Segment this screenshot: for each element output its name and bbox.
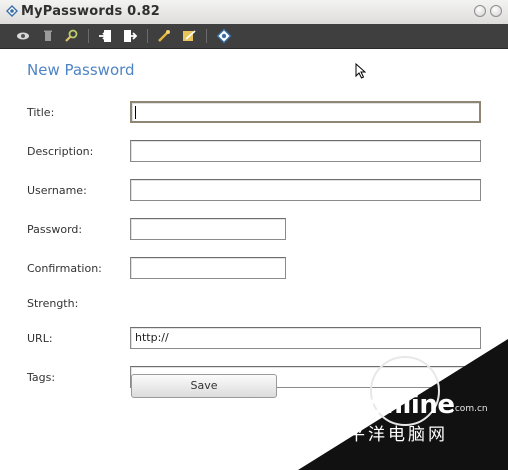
close-button[interactable]: [490, 5, 502, 17]
url-value: http://: [135, 331, 169, 344]
toolbar-separator: [206, 29, 207, 43]
title-field[interactable]: [130, 101, 481, 123]
minimize-button[interactable]: [474, 5, 486, 17]
tags-label: Tags:: [27, 371, 56, 384]
toolbar-separator: [88, 29, 89, 43]
url-label: URL:: [27, 332, 53, 345]
app-logo-icon: [6, 5, 18, 17]
confirmation-label: Confirmation:: [27, 262, 102, 275]
generate-key-icon[interactable]: [156, 28, 172, 44]
toolbar-separator: [147, 29, 148, 43]
window-title: MyPasswords 0.82: [21, 4, 161, 19]
watermark-domain: .com.cn: [452, 404, 488, 414]
username-label: Username:: [27, 184, 87, 197]
toolbar: [0, 24, 508, 49]
search-icon[interactable]: [63, 28, 79, 44]
password-field[interactable]: [130, 218, 286, 240]
description-label: Description:: [27, 145, 94, 158]
watermark-logo: PConline: [330, 390, 455, 420]
mouse-pointer-icon: [355, 63, 366, 79]
watermark-site-name: 太平洋电脑网: [328, 425, 448, 445]
import-icon[interactable]: [97, 28, 113, 44]
text-caret: [135, 105, 136, 119]
export-icon[interactable]: [122, 28, 138, 44]
confirmation-field[interactable]: [130, 257, 286, 279]
url-field[interactable]: http://: [130, 327, 481, 349]
window-titlebar[interactable]: MyPasswords 0.82: [0, 0, 508, 24]
username-field[interactable]: [130, 179, 481, 201]
page-title: New Password: [27, 61, 135, 79]
save-button[interactable]: Save: [131, 374, 277, 398]
password-label: Password:: [27, 223, 83, 236]
strength-label: Strength:: [27, 297, 79, 310]
about-icon[interactable]: [216, 28, 232, 44]
view-icon[interactable]: [15, 28, 31, 44]
edit-icon[interactable]: [181, 28, 197, 44]
title-label: Title:: [27, 106, 55, 119]
description-field[interactable]: [130, 140, 481, 162]
delete-icon[interactable]: [40, 28, 56, 44]
